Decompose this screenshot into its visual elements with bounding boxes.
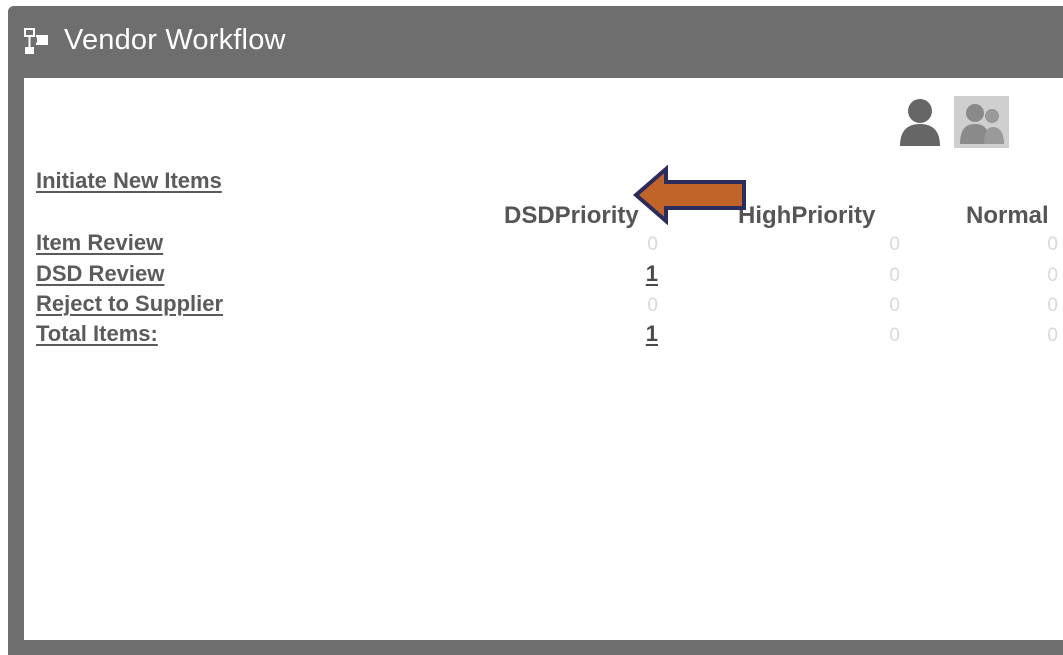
cell-dsd-review-high: 0 bbox=[889, 265, 900, 286]
col-dsdpriority: DSDPriority bbox=[504, 202, 639, 229]
row-label-total-items[interactable]: Total Items: bbox=[36, 321, 158, 347]
cell-dsd-review-normal: 0 bbox=[1047, 265, 1058, 286]
group-icon[interactable] bbox=[954, 96, 1009, 148]
cell-total-high: 0 bbox=[889, 325, 900, 346]
cell-reject-dsd: 0 bbox=[647, 295, 658, 316]
cell-dsd-review-dsd[interactable]: 1 bbox=[628, 261, 658, 287]
window-titlebar: Vendor Workflow bbox=[8, 6, 1063, 78]
user-icon[interactable] bbox=[898, 96, 942, 148]
cell-total-normal: 0 bbox=[1047, 325, 1058, 346]
cell-item-review-normal: 0 bbox=[1047, 234, 1058, 255]
vendor-workflow-window: Vendor Workflow Initiate New Items DSDPr… bbox=[8, 6, 1063, 655]
workflow-panel: Initiate New Items DSDPriority HighPrior… bbox=[24, 78, 1063, 640]
cell-item-review-dsd: 0 bbox=[647, 234, 658, 255]
cell-reject-high: 0 bbox=[889, 295, 900, 316]
row-label-dsd-review[interactable]: DSD Review bbox=[36, 261, 164, 287]
row-label-item-review[interactable]: Item Review bbox=[36, 230, 163, 256]
row-label-reject-to-supplier[interactable]: Reject to Supplier bbox=[36, 291, 223, 317]
workflow-icon bbox=[24, 28, 48, 54]
window-title: Vendor Workflow bbox=[64, 24, 286, 56]
cell-total-dsd[interactable]: 1 bbox=[628, 321, 658, 347]
cell-reject-normal: 0 bbox=[1047, 295, 1058, 316]
initiate-new-items-link[interactable]: Initiate New Items bbox=[36, 168, 222, 194]
col-normal: Normal bbox=[966, 202, 1049, 229]
window-bottom-border bbox=[8, 640, 1063, 655]
arrow-left-icon bbox=[632, 165, 746, 225]
cell-item-review-high: 0 bbox=[889, 234, 900, 255]
col-highpriority: HighPriority bbox=[738, 202, 876, 229]
